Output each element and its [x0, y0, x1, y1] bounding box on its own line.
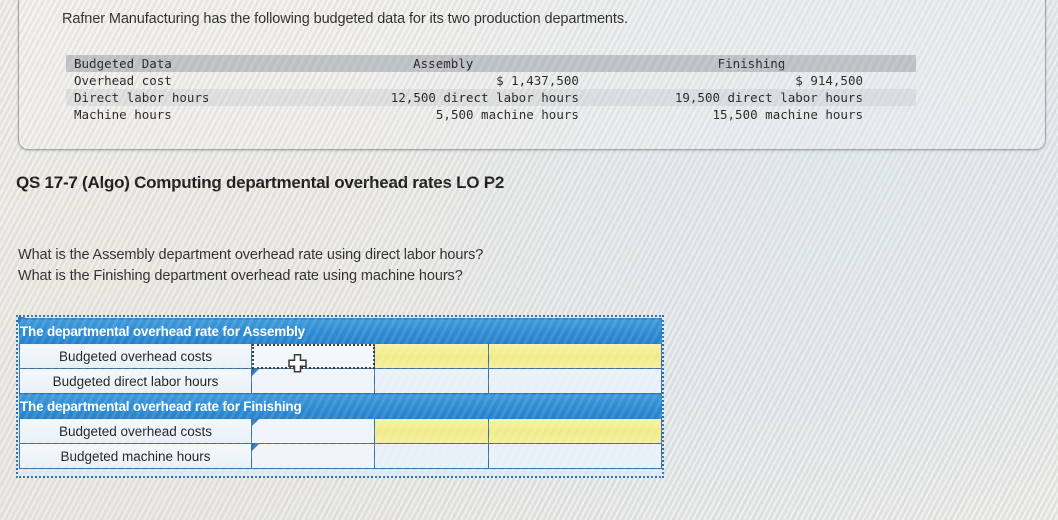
section-header-finishing-label: The departmental overhead rate for Finis… — [19, 393, 662, 419]
input-assembly-direct-labor-hours-value[interactable] — [251, 368, 375, 394]
budgeted-data-table: Budgeted Data Assembly Finishing Overhea… — [66, 55, 916, 123]
input-finishing-machine-hours-value[interactable] — [251, 443, 375, 469]
question-prompt: What is the Assembly department overhead… — [18, 245, 483, 287]
header-assembly: Assembly — [299, 55, 587, 72]
input-assembly-blank-1[interactable] — [374, 368, 489, 394]
table-row: Overhead cost $ 1,437,500 $ 914,500 — [66, 72, 916, 89]
header-finishing: Finishing — [586, 55, 916, 72]
input-assembly-overhead-rate-yellow-2[interactable] — [488, 343, 662, 369]
input-assembly-overhead-costs-value[interactable] — [251, 343, 375, 369]
section-header-assembly-label: The departmental overhead rate for Assem… — [19, 318, 662, 344]
input-assembly-blank-2[interactable] — [488, 368, 662, 394]
label-assembly-budgeted-overhead-costs: Budgeted overhead costs — [19, 343, 252, 369]
input-finishing-blank-2[interactable] — [488, 443, 662, 469]
input-finishing-blank-1[interactable] — [374, 443, 489, 469]
row-assembly-overhead-cost: $ 1,437,500 — [496, 73, 579, 88]
section-header-assembly: The departmental overhead rate for Assem… — [19, 318, 662, 344]
row-finishing-machine-hours: 15,500 machine hours — [712, 107, 863, 122]
row-assembly-machine-hours: 5,500 machine hours — [435, 107, 579, 122]
input-finishing-overhead-costs-value[interactable] — [251, 418, 375, 444]
row-label-overhead-cost: Overhead cost — [74, 73, 172, 88]
table-row: Budgeted machine hours — [19, 443, 662, 469]
question-line-finishing: What is the Finishing department overhea… — [18, 268, 463, 284]
section-header-finishing: The departmental overhead rate for Finis… — [19, 393, 662, 419]
answer-grid: The departmental overhead rate for Assem… — [19, 318, 662, 469]
question-heading: QS 17-7 (Algo) Computing departmental ov… — [16, 173, 505, 192]
input-assembly-overhead-rate-yellow-1[interactable] — [374, 343, 489, 369]
table-row: Budgeted direct labor hours — [19, 368, 662, 394]
row-finishing-overhead-cost: $ 914,500 — [795, 73, 863, 88]
label-assembly-budgeted-direct-labor-hours: Budgeted direct labor hours — [19, 368, 252, 394]
row-label-machine-hours: Machine hours — [74, 107, 172, 122]
input-finishing-overhead-rate-yellow-1[interactable] — [374, 418, 489, 444]
table-row: Budgeted overhead costs — [19, 418, 662, 444]
question-line-assembly: What is the Assembly department overhead… — [18, 247, 484, 263]
row-assembly-direct-labor-hours: 12,500 direct labor hours — [299, 89, 587, 106]
label-finishing-budgeted-overhead-costs: Budgeted overhead costs — [19, 418, 252, 444]
header-budgeted-data: Budgeted Data — [66, 55, 300, 72]
table-row: Budgeted overhead costs — [19, 343, 662, 369]
table-row: Direct labor hours 12,500 direct labor h… — [66, 89, 916, 106]
label-finishing-budgeted-machine-hours: Budgeted machine hours — [19, 443, 252, 469]
problem-intro-text: Rafner Manufacturing has the following b… — [62, 11, 628, 27]
input-finishing-overhead-rate-yellow-2[interactable] — [488, 418, 662, 444]
row-finishing-direct-labor-hours: 19,500 direct labor hours — [586, 89, 916, 106]
table-header-row: Budgeted Data Assembly Finishing — [66, 55, 916, 72]
table-row: Machine hours 5,500 machine hours 15,500… — [66, 106, 916, 123]
answer-spreadsheet[interactable]: The departmental overhead rate for Assem… — [16, 315, 664, 478]
row-label-direct-labor-hours: Direct labor hours — [66, 89, 300, 106]
